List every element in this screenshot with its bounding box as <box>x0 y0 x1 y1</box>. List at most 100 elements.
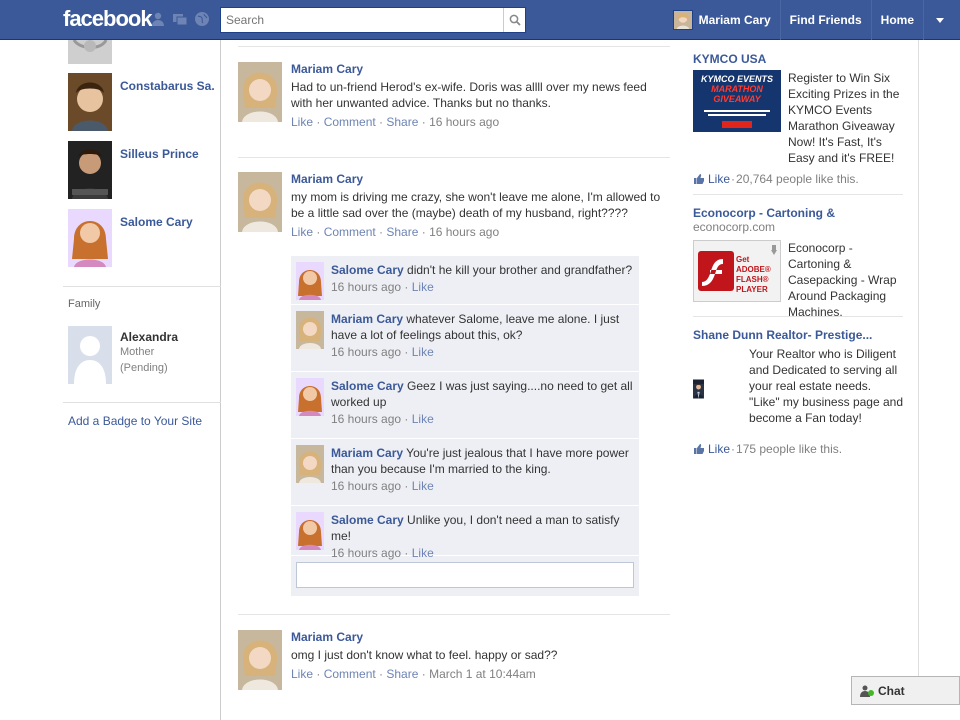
profile-link[interactable]: Mariam Cary <box>664 0 780 40</box>
facebook-logo[interactable]: facebook <box>63 6 153 32</box>
friend-item[interactable]: Silleus Prince <box>68 141 215 199</box>
author-avatar[interactable] <box>238 172 282 232</box>
friend-photo <box>68 141 112 199</box>
messages-icon[interactable] <box>172 11 188 27</box>
sponsored-ad[interactable]: Econocorp - Cartoning & econocorp.com Ge… <box>693 206 903 320</box>
sponsored-ad[interactable]: Shane Dunn Realtor- Prestige... Your Rea… <box>693 328 903 456</box>
friend-name[interactable]: Salome Cary <box>120 215 215 267</box>
friend-requests-icon[interactable] <box>150 11 166 27</box>
ad-image[interactable]: KYMCO EVENTS MARATHON GIVEAWAY <box>693 70 781 132</box>
account-menu-button[interactable] <box>923 0 960 40</box>
post-timestamp[interactable]: 16 hours ago <box>429 115 499 129</box>
divider <box>238 614 670 615</box>
friend-item[interactable]: Constabarus Sa... <box>68 73 215 131</box>
family-member[interactable]: Alexandra Mother (Pending) <box>68 326 178 384</box>
like-link[interactable]: Like <box>291 225 313 239</box>
thumbs-up-icon <box>694 174 704 184</box>
notifications-globe-icon[interactable] <box>194 11 210 27</box>
comment-timestamp[interactable]: 16 hours ago <box>331 412 401 426</box>
ad-title[interactable]: Shane Dunn Realtor- Prestige... <box>693 328 903 342</box>
share-link[interactable]: Share <box>386 667 418 681</box>
silhouette-icon <box>74 336 106 384</box>
friend-photo-partial[interactable] <box>68 40 112 64</box>
friend-item[interactable]: Salome Cary <box>68 209 215 267</box>
family-section-label: Family <box>68 298 101 310</box>
ad-like-link[interactable]: Like <box>708 442 730 456</box>
comment-text: didn't he kill your brother and grandfat… <box>407 263 633 277</box>
user-avatar <box>672 10 693 30</box>
family-member-name[interactable]: Alexandra <box>120 330 178 344</box>
post-timestamp[interactable]: March 1 at 10:44am <box>429 667 536 681</box>
commenter-avatar[interactable] <box>296 311 324 349</box>
comment-author[interactable]: Salome Cary <box>331 513 404 527</box>
friend-name[interactable]: Silleus Prince <box>120 147 215 199</box>
find-friends-link[interactable]: Find Friends <box>779 0 871 40</box>
post-actions: Like · Comment · Share · March 1 at 10:4… <box>291 667 536 681</box>
commenter-avatar[interactable] <box>296 512 324 550</box>
chat-bar-button[interactable]: Chat <box>851 676 960 705</box>
author-avatar[interactable] <box>238 62 282 122</box>
comment-like-link[interactable]: Like <box>412 345 434 359</box>
commenter-avatar[interactable] <box>296 445 324 483</box>
comment-link[interactable]: Comment <box>324 225 376 239</box>
feed-post: Mariam Cary Had to un-friend Herod's ex-… <box>238 62 661 129</box>
write-comment-input[interactable] <box>296 562 634 588</box>
author-avatar[interactable] <box>238 630 282 690</box>
post-timestamp[interactable]: 16 hours ago <box>429 225 499 239</box>
friend-name[interactable]: Constabarus Sa... <box>120 79 215 131</box>
post-author[interactable]: Mariam Cary <box>291 62 661 76</box>
like-link[interactable]: Like <box>291 115 313 129</box>
share-link[interactable]: Share <box>386 225 418 239</box>
post-actions: Like · Comment · Share · 16 hours ago <box>291 115 500 129</box>
family-relation: Mother <box>120 346 155 358</box>
comment-link[interactable]: Comment <box>324 115 376 129</box>
commenter-avatar[interactable] <box>296 262 324 300</box>
divider <box>918 40 919 680</box>
post-author[interactable]: Mariam Cary <box>291 630 661 644</box>
comment-author[interactable]: Mariam Cary <box>331 312 403 326</box>
comments-section: Salome Cary didn't he kill your brother … <box>291 256 639 596</box>
search-input[interactable] <box>221 8 501 32</box>
comment-like-link[interactable]: Like <box>412 546 434 560</box>
default-avatar <box>68 326 112 384</box>
top-bar: facebook Mariam Cary Find Friends Home <box>0 0 960 40</box>
like-link[interactable]: Like <box>291 667 313 681</box>
comment-like-link[interactable]: Like <box>412 280 434 294</box>
ad-image[interactable] <box>693 346 705 432</box>
add-badge-link[interactable]: Add a Badge to Your Site <box>68 414 202 428</box>
ad-title[interactable]: Econocorp - Cartoning & <box>693 206 903 220</box>
notification-jewels <box>150 11 210 27</box>
comment-timestamp[interactable]: 16 hours ago <box>331 280 401 294</box>
comment-like-link[interactable]: Like <box>412 479 434 493</box>
ad-image[interactable]: Get ADOBE® FLASH® PLAYER <box>693 240 781 302</box>
ad-image-title: Get ADOBE® FLASH® PLAYER <box>736 255 771 294</box>
comment-link[interactable]: Comment <box>324 667 376 681</box>
post-text: my mom is driving me crazy, she won't le… <box>291 190 661 220</box>
post-actions: Like · Comment · Share · 16 hours ago <box>291 225 500 239</box>
divider <box>63 286 221 287</box>
comment-timestamp[interactable]: 16 hours ago <box>331 546 401 560</box>
comment-author[interactable]: Salome Cary <box>331 263 404 277</box>
friend-photo <box>68 209 112 267</box>
ad-like-link[interactable]: Like <box>708 172 730 186</box>
ad-title[interactable]: KYMCO USA <box>693 52 903 66</box>
comment-author[interactable]: Mariam Cary <box>331 446 403 460</box>
comment-like-link[interactable]: Like <box>412 412 434 426</box>
home-link[interactable]: Home <box>870 0 923 40</box>
commenter-avatar[interactable] <box>296 378 324 416</box>
divider <box>238 157 670 158</box>
comment-timestamp[interactable]: 16 hours ago <box>331 479 401 493</box>
share-link[interactable]: Share <box>386 115 418 129</box>
post-author[interactable]: Mariam Cary <box>291 172 661 186</box>
left-sidebar: Constabarus Sa... Silleus Prince Salome … <box>63 40 221 720</box>
ad-like-count: 175 people like this. <box>736 442 843 456</box>
comment-timestamp[interactable]: 16 hours ago <box>331 345 401 359</box>
divider <box>63 402 221 403</box>
search-button[interactable] <box>503 8 525 32</box>
chat-label: Chat <box>878 683 905 698</box>
sponsored-ad[interactable]: KYMCO USA KYMCO EVENTS MARATHON GIVEAWAY… <box>693 52 903 186</box>
ad-text: Your Realtor who is Diligent and Dedicat… <box>749 347 903 425</box>
ad-like-row: Like · 20,764 people like this. <box>693 172 903 186</box>
ad-like-row: Like · 175 people like this. <box>693 442 903 456</box>
comment-author[interactable]: Salome Cary <box>331 379 404 393</box>
